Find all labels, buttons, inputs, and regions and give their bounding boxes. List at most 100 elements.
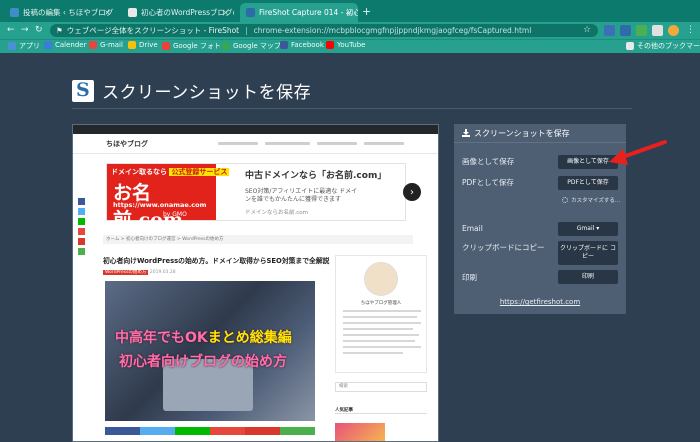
tab-title: FireShot Capture 014 - 初心者 (259, 8, 358, 17)
tab-strip: 投稿の編集 ‹ ちほやブログ — W × 初心者のWordPressブログの始め… (0, 0, 700, 22)
bookmark-facebook[interactable]: Facebook (280, 41, 324, 49)
line-icon (78, 218, 85, 225)
download-icon (462, 129, 470, 137)
tab-wordpress-guide[interactable]: 初心者のWordPressブログの始め × (122, 3, 234, 22)
facebook-icon (105, 427, 140, 435)
pocket-icon (78, 228, 85, 235)
preview-blog-name: ちほやブログ (106, 140, 148, 148)
save-pdf-button[interactable]: PDFとして保存 (558, 176, 618, 190)
tab-title: 投稿の編集 ‹ ちほやブログ — W (23, 8, 116, 17)
preview-admin-bar (73, 125, 438, 134)
reload-icon[interactable]: ↻ (35, 25, 43, 35)
preview-ad-banner: ドメイン取るなら 公式登録サービス お名前.com https://www.on… (106, 163, 421, 231)
close-icon[interactable]: × (104, 8, 111, 17)
bookmark-google-maps[interactable]: Google マップ (222, 41, 281, 51)
browser-toolbar: ← → ↻ ⚑ ウェブページ全体をスクリーンショット - FireShot | … (0, 22, 700, 39)
fireshot-logo (72, 79, 94, 102)
close-icon[interactable]: × (346, 8, 353, 17)
gmail-icon (89, 41, 97, 49)
article-eyecatch-image: 中高年でもOKまとめ総集編 初心者向けブログの始め方 (105, 281, 315, 421)
ad-headline: 中古ドメインなら「お名前.com」 (245, 171, 387, 181)
bookmarks-bar: アプリ Calender G-mail Drive Google フォト Goo… (0, 39, 700, 53)
article-title: 初心者向けWordPressの始め方。ドメイン取得からSEO対策まで全解説 (103, 257, 330, 265)
bookmark-other[interactable]: その他のブックマーク (626, 41, 700, 51)
line-icon (175, 427, 210, 435)
capture-preview[interactable]: ちほやブログ ドメイン取るなら 公式登録サービス お名前.com https:/… (72, 124, 439, 442)
twitter-icon (140, 427, 175, 435)
print-button[interactable]: 印刷 (558, 270, 618, 284)
bookmark-gmail[interactable]: G-mail (89, 41, 123, 49)
annotation-arrow (609, 140, 667, 165)
preview-nav-item (265, 142, 310, 145)
bookmark-apps[interactable]: アプリ (8, 41, 40, 51)
fireshot-site-link[interactable]: https://getfireshot.com (454, 298, 626, 306)
youtube-icon (326, 41, 334, 49)
preview-nav-item (218, 142, 258, 145)
copy-clipboard-label: クリップボードにコピー (462, 243, 545, 252)
chevron-right-icon: › (403, 183, 421, 201)
customize-link[interactable]: カスタマイズする... (562, 196, 620, 204)
panel-title: スクリーンショットを保存 (474, 128, 570, 138)
address-bar[interactable]: ⚑ ウェブページ全体をスクリーンショット - FireShot | chrome… (50, 24, 598, 37)
bookmark-google-photos[interactable]: Google フォト (162, 41, 221, 51)
save-image-label: 画像として保存 (462, 157, 515, 166)
tab-edit-post[interactable]: 投稿の編集 ‹ ちほやブログ — W × (4, 3, 116, 22)
page-title: スクリーンショットを保存 (102, 83, 312, 103)
url-text: chrome-extension://mcbpblocgmgfnpjjppndj… (253, 26, 532, 35)
email-label: Email (462, 224, 483, 233)
forward-icon[interactable]: → (21, 25, 29, 35)
menu-icon[interactable]: ⋮ (686, 25, 695, 35)
copy-clipboard-button[interactable]: クリップボードに コピー (558, 241, 618, 265)
extension-icon[interactable] (604, 25, 615, 36)
save-pdf-label: PDFとして保存 (462, 178, 514, 187)
gear-icon (562, 197, 568, 203)
page-header: スクリーンショットを保存 (72, 78, 311, 103)
preview-popular-thumbnail (335, 423, 385, 441)
preview-popular-heading: 人気記事 (335, 407, 427, 414)
share-icon (78, 248, 85, 255)
bookmark-drive[interactable]: Drive (128, 41, 158, 49)
fireshot-extension-icon[interactable] (620, 25, 631, 36)
tab-fireshot-capture[interactable]: FireShot Capture 014 - 初心者 × (240, 3, 358, 22)
preview-nav-item (364, 142, 404, 145)
article-meta: WordPressの始め方 2019.03.28 (103, 270, 176, 275)
preview-nav: ちほやブログ (73, 134, 438, 154)
maps-icon (222, 42, 230, 50)
wordpress-icon (10, 8, 19, 17)
bookmark-star-icon[interactable]: ☆ (583, 25, 591, 35)
new-tab-button[interactable]: + (362, 5, 371, 18)
hatena-icon (245, 427, 280, 435)
bookmark-youtube[interactable]: YouTube (326, 41, 365, 49)
onamae-ad: ドメイン取るなら 公式登録サービス お名前.com https://www.on… (107, 164, 230, 231)
extension-icon: ⚑ (56, 26, 63, 35)
avatar (364, 262, 398, 296)
avatar[interactable] (668, 25, 679, 36)
fireshot-icon (246, 8, 255, 17)
close-icon[interactable]: × (222, 8, 229, 17)
folder-icon (626, 42, 634, 50)
hatena-icon (78, 238, 85, 245)
facebook-icon (78, 198, 85, 205)
extension-icon[interactable] (652, 25, 663, 36)
photos-icon (162, 42, 170, 50)
page-icon (128, 8, 137, 17)
profile-name: ちほやブログ管理人 (360, 301, 402, 306)
preview-breadcrumb: ホーム > 初心者向けのブログ運営 > WordPressの始め方 (103, 235, 413, 244)
twitter-icon (78, 208, 85, 215)
apps-icon (8, 42, 16, 50)
save-panel: スクリーンショットを保存 画像として保存 画像として保存 PDFとして保存 PD… (454, 124, 626, 314)
bookmark-calendar[interactable]: Calender (44, 41, 87, 49)
preview-search-box: 検索 (335, 382, 427, 392)
panel-header: スクリーンショットを保存 (454, 124, 626, 143)
page-name: ウェブページ全体をスクリーンショット - FireShot (66, 26, 240, 35)
side-share-buttons (78, 198, 85, 258)
preview-nav-item (317, 142, 357, 145)
back-icon[interactable]: ← (7, 25, 15, 35)
gmail-dropdown[interactable]: Gmail ▾ (558, 222, 618, 236)
share-bar (105, 427, 315, 435)
extension-icon[interactable] (636, 25, 647, 36)
divider (72, 108, 632, 109)
share-icon (280, 427, 315, 435)
preview-profile-card: ちほやブログ管理人 (335, 255, 427, 373)
ad-source: ドメインならお名前.com (245, 210, 308, 216)
